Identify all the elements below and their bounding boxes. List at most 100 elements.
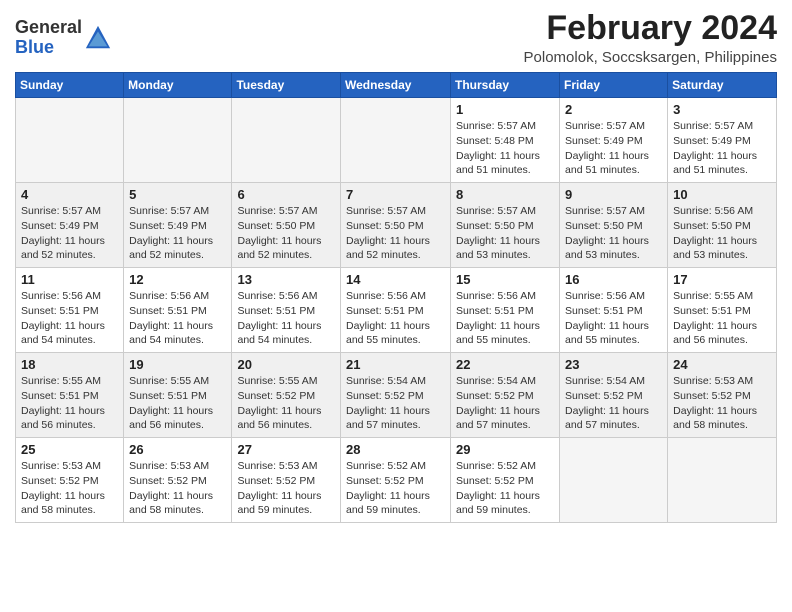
day-info: Sunrise: 5:52 AMSunset: 5:52 PMDaylight:… [346, 459, 445, 518]
calendar-day-cell: 7 Sunrise: 5:57 AMSunset: 5:50 PMDaylight… [341, 183, 451, 268]
day-number: 3 [673, 102, 771, 117]
title-block: February 2024 Polomolok, Soccsksargen, P… [524, 10, 777, 66]
calendar-day-header: Thursday [451, 73, 560, 98]
page-header: General Blue February 2024 Polomolok, So… [15, 10, 777, 66]
day-number: 16 [565, 272, 662, 287]
day-info: Sunrise: 5:56 AMSunset: 5:51 PMDaylight:… [456, 289, 554, 348]
calendar-day-cell: 9 Sunrise: 5:57 AMSunset: 5:50 PMDaylight… [560, 183, 668, 268]
day-info: Sunrise: 5:56 AMSunset: 5:51 PMDaylight:… [346, 289, 445, 348]
calendar-day-cell: 12 Sunrise: 5:56 AMSunset: 5:51 PMDayligh… [124, 268, 232, 353]
day-number: 10 [673, 187, 771, 202]
day-info: Sunrise: 5:57 AMSunset: 5:48 PMDaylight:… [456, 119, 554, 178]
day-info: Sunrise: 5:56 AMSunset: 5:50 PMDaylight:… [673, 204, 771, 263]
day-info: Sunrise: 5:56 AMSunset: 5:51 PMDaylight:… [565, 289, 662, 348]
day-info: Sunrise: 5:57 AMSunset: 5:50 PMDaylight:… [237, 204, 335, 263]
day-number: 11 [21, 272, 118, 287]
calendar-day-cell: 13 Sunrise: 5:56 AMSunset: 5:51 PMDayligh… [232, 268, 341, 353]
day-number: 2 [565, 102, 662, 117]
calendar-empty-cell [341, 98, 451, 183]
calendar-day-cell: 4 Sunrise: 5:57 AMSunset: 5:49 PMDaylight… [16, 183, 124, 268]
calendar-day-cell: 3 Sunrise: 5:57 AMSunset: 5:49 PMDaylight… [668, 98, 777, 183]
day-number: 20 [237, 357, 335, 372]
calendar-day-cell: 25 Sunrise: 5:53 AMSunset: 5:52 PMDayligh… [16, 438, 124, 523]
day-info: Sunrise: 5:53 AMSunset: 5:52 PMDaylight:… [21, 459, 118, 518]
calendar-empty-cell [16, 98, 124, 183]
calendar-day-cell: 16 Sunrise: 5:56 AMSunset: 5:51 PMDayligh… [560, 268, 668, 353]
day-info: Sunrise: 5:52 AMSunset: 5:52 PMDaylight:… [456, 459, 554, 518]
calendar-week-row: 4 Sunrise: 5:57 AMSunset: 5:49 PMDaylight… [16, 183, 777, 268]
day-info: Sunrise: 5:55 AMSunset: 5:52 PMDaylight:… [237, 374, 335, 433]
day-number: 4 [21, 187, 118, 202]
calendar-day-cell: 27Sunrise: 5:53 AMSunset: 5:52 PMDayligh… [232, 438, 341, 523]
day-number: 23 [565, 357, 662, 372]
day-number: 19 [129, 357, 226, 372]
calendar-day-cell: 15Sunrise: 5:56 AMSunset: 5:51 PMDayligh… [451, 268, 560, 353]
calendar-empty-cell [124, 98, 232, 183]
calendar-day-cell: 23Sunrise: 5:54 AMSunset: 5:52 PMDayligh… [560, 353, 668, 438]
day-info: Sunrise: 5:57 AMSunset: 5:49 PMDaylight:… [21, 204, 118, 263]
logo: General Blue [15, 18, 112, 58]
day-info: Sunrise: 5:57 AMSunset: 5:49 PMDaylight:… [565, 119, 662, 178]
day-info: Sunrise: 5:55 AMSunset: 5:51 PMDaylight:… [673, 289, 771, 348]
calendar-day-cell: 11 Sunrise: 5:56 AMSunset: 5:51 PMDayligh… [16, 268, 124, 353]
day-number: 18 [21, 357, 118, 372]
day-info: Sunrise: 5:57 AMSunset: 5:50 PMDaylight:… [565, 204, 662, 263]
day-number: 14 [346, 272, 445, 287]
calendar-day-cell: 17 Sunrise: 5:55 AMSunset: 5:51 PMDayligh… [668, 268, 777, 353]
day-number: 28 [346, 442, 445, 457]
calendar-week-row: 1 Sunrise: 5:57 AMSunset: 5:48 PMDaylight… [16, 98, 777, 183]
calendar-day-cell: 14 Sunrise: 5:56 AMSunset: 5:51 PMDayligh… [341, 268, 451, 353]
calendar-day-cell: 26Sunrise: 5:53 AMSunset: 5:52 PMDayligh… [124, 438, 232, 523]
day-info: Sunrise: 5:55 AMSunset: 5:51 PMDaylight:… [129, 374, 226, 433]
day-info: Sunrise: 5:54 AMSunset: 5:52 PMDaylight:… [456, 374, 554, 433]
calendar-day-cell: 22 Sunrise: 5:54 AMSunset: 5:52 PMDayligh… [451, 353, 560, 438]
day-info: Sunrise: 5:57 AMSunset: 5:49 PMDaylight:… [673, 119, 771, 178]
calendar-day-header: Tuesday [232, 73, 341, 98]
calendar-empty-cell [232, 98, 341, 183]
day-number: 1 [456, 102, 554, 117]
calendar-day-cell: 10 Sunrise: 5:56 AMSunset: 5:50 PMDayligh… [668, 183, 777, 268]
day-number: 12 [129, 272, 226, 287]
calendar-empty-cell [560, 438, 668, 523]
day-info: Sunrise: 5:56 AMSunset: 5:51 PMDaylight:… [21, 289, 118, 348]
calendar-day-cell: 20 Sunrise: 5:55 AMSunset: 5:52 PMDayligh… [232, 353, 341, 438]
calendar-table: SundayMondayTuesdayWednesdayThursdayFrid… [15, 72, 777, 523]
day-number: 13 [237, 272, 335, 287]
calendar-day-cell: 24 Sunrise: 5:53 AMSunset: 5:52 PMDayligh… [668, 353, 777, 438]
day-info: Sunrise: 5:56 AMSunset: 5:51 PMDaylight:… [129, 289, 226, 348]
day-number: 21 [346, 357, 445, 372]
day-number: 6 [237, 187, 335, 202]
calendar-week-row: 11 Sunrise: 5:56 AMSunset: 5:51 PMDayligh… [16, 268, 777, 353]
calendar-day-header: Monday [124, 73, 232, 98]
calendar-day-header: Wednesday [341, 73, 451, 98]
day-number: 25 [21, 442, 118, 457]
calendar-empty-cell [668, 438, 777, 523]
day-info: Sunrise: 5:55 AMSunset: 5:51 PMDaylight:… [21, 374, 118, 433]
logo-icon [84, 24, 112, 52]
location: Polomolok, Soccsksargen, Philippines [524, 49, 777, 66]
calendar-day-header: Saturday [668, 73, 777, 98]
day-info: Sunrise: 5:53 AMSunset: 5:52 PMDaylight:… [237, 459, 335, 518]
day-number: 24 [673, 357, 771, 372]
calendar-week-row: 18 Sunrise: 5:55 AMSunset: 5:51 PMDayligh… [16, 353, 777, 438]
day-number: 22 [456, 357, 554, 372]
day-number: 17 [673, 272, 771, 287]
calendar-day-header: Friday [560, 73, 668, 98]
day-info: Sunrise: 5:57 AMSunset: 5:50 PMDaylight:… [346, 204, 445, 263]
logo-blue: Blue [15, 37, 54, 57]
day-number: 7 [346, 187, 445, 202]
day-info: Sunrise: 5:57 AMSunset: 5:49 PMDaylight:… [129, 204, 226, 263]
calendar-week-row: 25 Sunrise: 5:53 AMSunset: 5:52 PMDayligh… [16, 438, 777, 523]
day-number: 9 [565, 187, 662, 202]
day-number: 26 [129, 442, 226, 457]
day-info: Sunrise: 5:54 AMSunset: 5:52 PMDaylight:… [346, 374, 445, 433]
day-number: 5 [129, 187, 226, 202]
day-info: Sunrise: 5:53 AMSunset: 5:52 PMDaylight:… [673, 374, 771, 433]
calendar-day-cell: 8Sunrise: 5:57 AMSunset: 5:50 PMDaylight… [451, 183, 560, 268]
calendar-day-cell: 29Sunrise: 5:52 AMSunset: 5:52 PMDayligh… [451, 438, 560, 523]
day-info: Sunrise: 5:56 AMSunset: 5:51 PMDaylight:… [237, 289, 335, 348]
calendar-header-row: SundayMondayTuesdayWednesdayThursdayFrid… [16, 73, 777, 98]
calendar-day-cell: 28 Sunrise: 5:52 AMSunset: 5:52 PMDayligh… [341, 438, 451, 523]
calendar-day-cell: 6 Sunrise: 5:57 AMSunset: 5:50 PMDaylight… [232, 183, 341, 268]
calendar-day-cell: 5 Sunrise: 5:57 AMSunset: 5:49 PMDaylight… [124, 183, 232, 268]
